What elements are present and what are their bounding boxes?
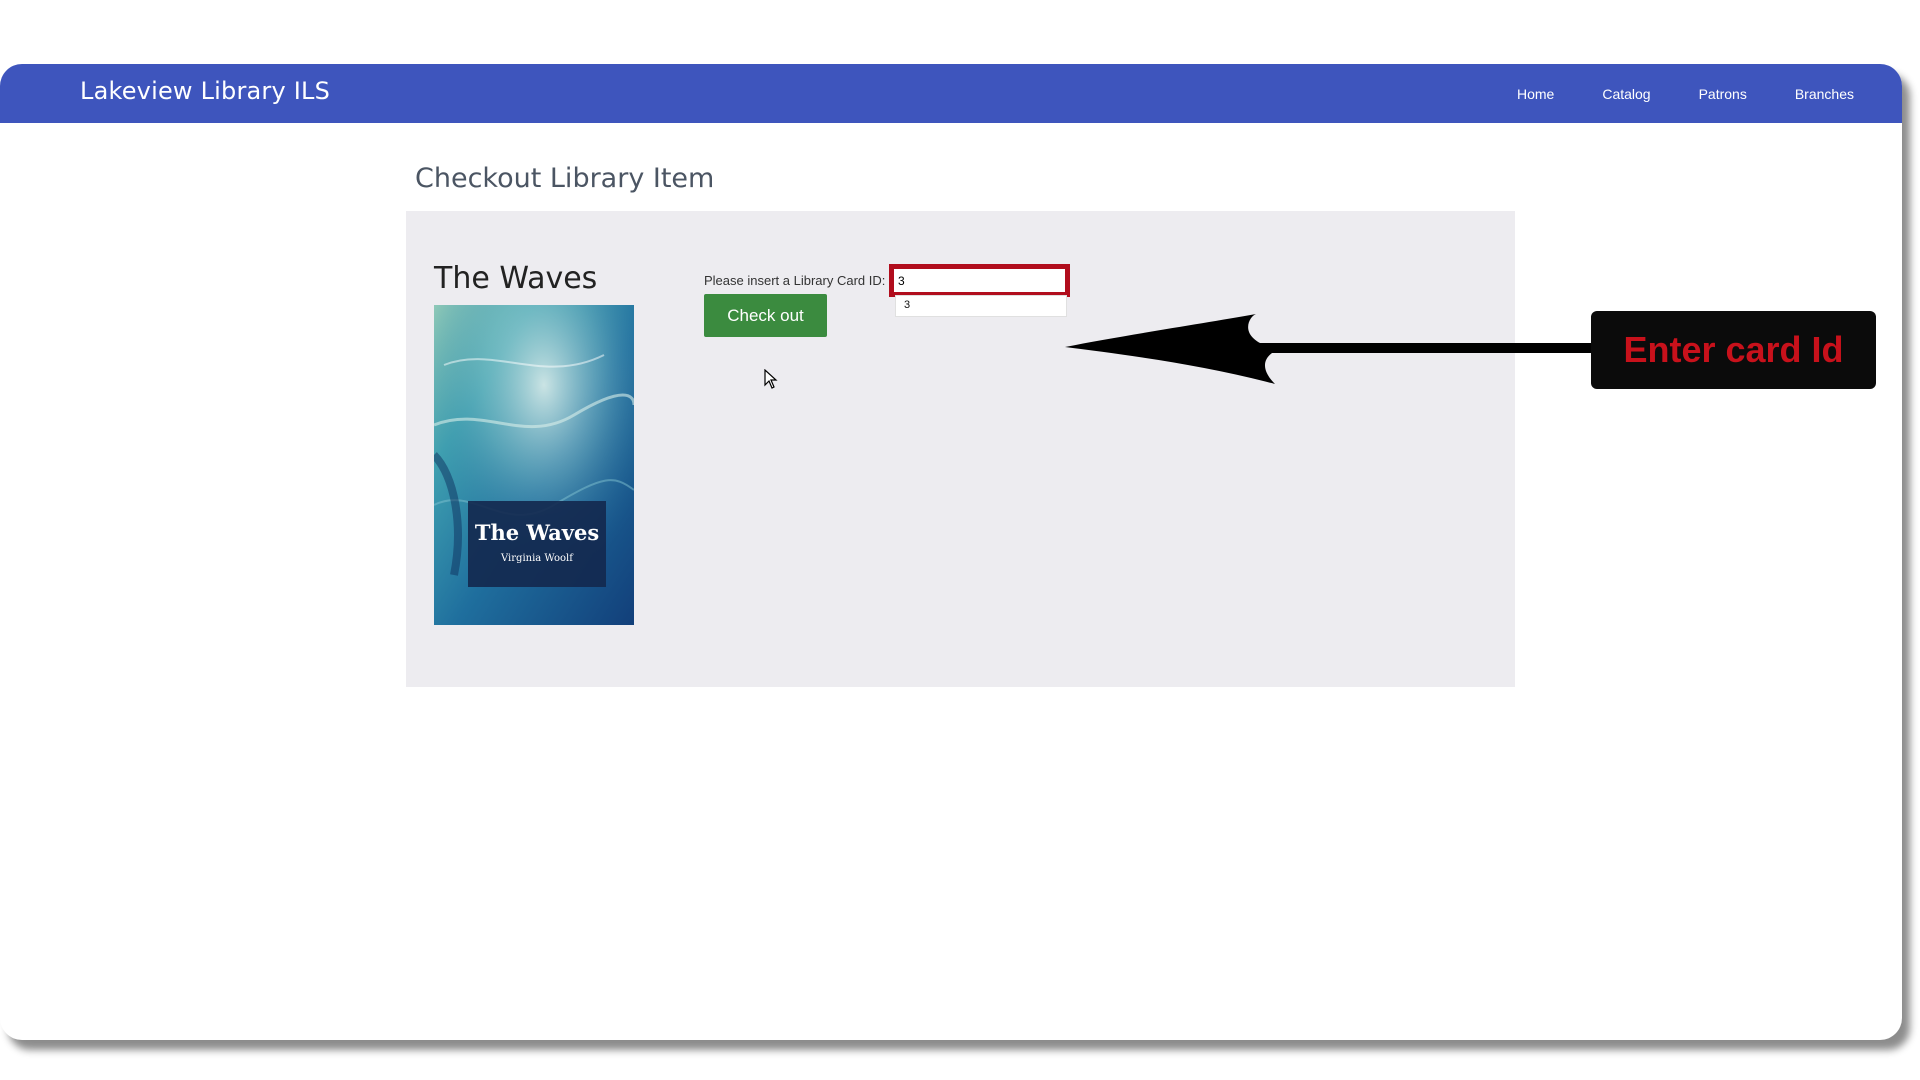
checkout-button[interactable]: Check out: [704, 294, 827, 337]
app-window: Lakeview Library ILS Home Catalog Patron…: [0, 64, 1902, 1040]
book-title: The Waves: [434, 261, 598, 296]
page-title: Checkout Library Item: [415, 163, 715, 194]
card-id-label: Please insert a Library Card ID:: [704, 273, 886, 288]
card-id-highlight: [889, 264, 1070, 297]
nav-item-patrons[interactable]: Patrons: [1699, 86, 1747, 102]
brand-logo[interactable]: Lakeview Library ILS: [80, 77, 330, 105]
card-id-input[interactable]: [894, 269, 1065, 292]
mouse-cursor-icon: [764, 369, 778, 389]
nav-item-branches[interactable]: Branches: [1795, 86, 1854, 102]
cover-author-text: Virginia Woolf: [500, 553, 574, 564]
nav-item-home[interactable]: Home: [1517, 86, 1554, 102]
checkout-panel: The Waves The Waves Virginia Woolf Pleas…: [406, 211, 1515, 687]
arrow-icon: [1065, 314, 1600, 384]
cover-title-text: The Waves: [475, 520, 599, 545]
nav-links: Home Catalog Patrons Branches: [1469, 64, 1854, 123]
book-cover-image: The Waves Virginia Woolf: [434, 305, 634, 625]
nav-item-catalog[interactable]: Catalog: [1602, 86, 1650, 102]
autocomplete-dropdown: 3: [895, 295, 1067, 317]
autocomplete-option[interactable]: 3: [896, 296, 1066, 314]
navbar: Lakeview Library ILS Home Catalog Patron…: [0, 64, 1902, 123]
callout-text: Enter card Id: [1623, 329, 1844, 370]
callout-box: Enter card Id: [1591, 311, 1876, 389]
